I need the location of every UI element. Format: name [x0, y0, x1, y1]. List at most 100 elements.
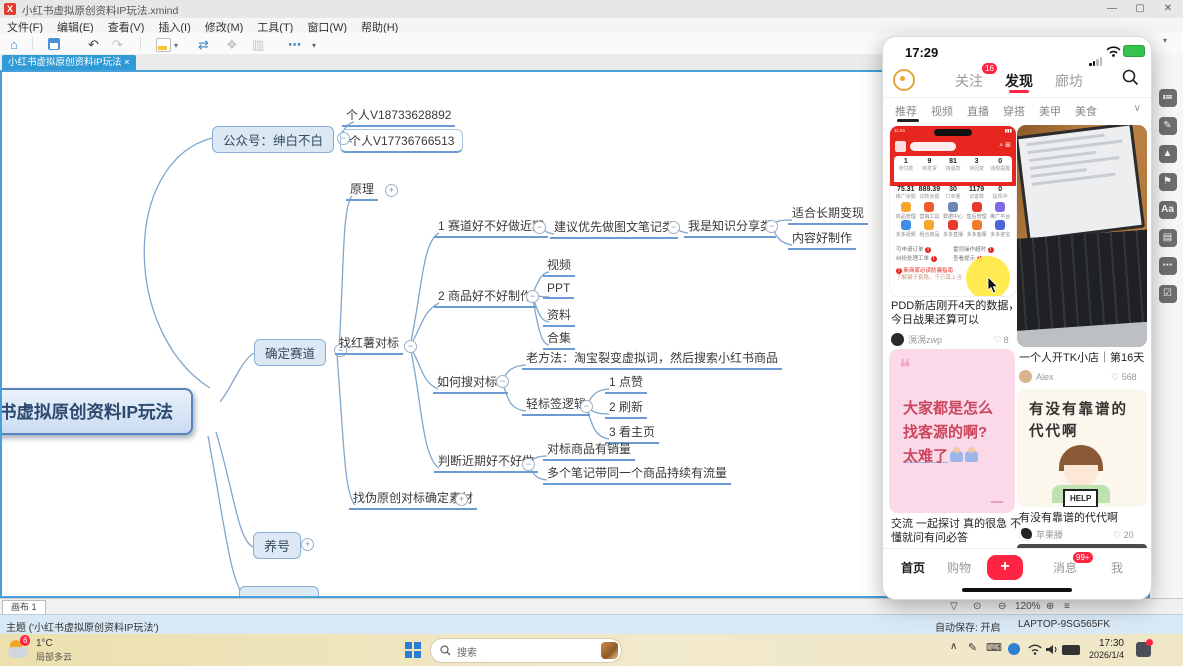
zoom-out-icon[interactable]: ⊖ [998, 601, 1006, 612]
tab-city[interactable]: 廊坊 [1055, 71, 1083, 91]
tab-close-icon[interactable]: × [124, 57, 130, 68]
post-button[interactable]: + [987, 555, 1023, 580]
pdd-app-icon[interactable]: 多多直播 [941, 220, 965, 238]
pdd-app-icon[interactable]: 数据中心 [941, 202, 965, 220]
topic-zhishifenxiang[interactable]: 我是知识分享类 [684, 217, 776, 238]
maximize-button[interactable]: ▢ [1126, 0, 1154, 18]
feed-card-tk-image[interactable] [1017, 125, 1147, 347]
feed-card-pink-image[interactable]: ❝ 大家都是怎么 找客源的啊? 太难了 [889, 349, 1015, 513]
tray-ime-icon[interactable]: ⌨ [986, 641, 1002, 654]
sidebar-icon[interactable]: ⚑ [1159, 173, 1177, 191]
theme-caret-icon[interactable]: ▾ [174, 41, 178, 50]
pdd-app-icon[interactable]: 多多视频 [894, 220, 918, 238]
like-count[interactable]: ♡ 568 [1111, 372, 1137, 383]
weather-temp[interactable]: 1°C [36, 638, 53, 649]
pdd-app-icon[interactable]: 商品管理 [894, 202, 918, 220]
topic-zhaohongshu[interactable]: 找红薯对标 [335, 334, 403, 355]
sidebar-icon[interactable]: ✎ [1159, 117, 1177, 135]
pdd-app-icon[interactable]: 售后管理 [965, 202, 989, 220]
phone-mirror-overlay[interactable]: 17:29 关注 16 发现 廊坊 推荐视频直播穿搭美甲美食 ∨ [882, 36, 1152, 600]
collapse-icon[interactable] [667, 221, 680, 234]
pdd-app-icon[interactable]: 组合商品 [918, 220, 942, 238]
tab-discover[interactable]: 发现 [1005, 71, 1033, 91]
topic-jianyi[interactable]: 建议优先做图文笔记类 [550, 218, 678, 239]
tray-time[interactable]: 17:30 [1086, 638, 1124, 649]
collapse-icon[interactable] [522, 458, 535, 471]
filter-icon[interactable]: ▽ [950, 601, 958, 612]
sidebar-icon[interactable]: Aa [1159, 201, 1177, 219]
export-icon[interactable]: ▥ [252, 37, 264, 53]
notification-icon[interactable] [1136, 642, 1151, 657]
pdd-app-icon[interactable]: 推广平台 [988, 202, 1012, 220]
category-tab[interactable]: 直播 [967, 103, 989, 119]
category-tab[interactable]: 美甲 [1039, 103, 1061, 119]
theme-icon[interactable] [156, 38, 171, 52]
minimize-button[interactable]: — [1098, 0, 1126, 18]
weather-icon[interactable]: 6 [8, 638, 32, 662]
category-tab[interactable]: 穿搭 [1003, 103, 1025, 119]
feed-card-title[interactable]: PDD新店刚开4天的数据，今日战果还算可以 [891, 299, 1019, 327]
nav-me[interactable]: 我 [1111, 559, 1123, 576]
tray-app-icon[interactable] [1008, 643, 1020, 655]
category-expand-icon[interactable]: ∨ [1134, 103, 1141, 114]
redo-icon[interactable]: ↷ [112, 37, 123, 53]
home-icon[interactable]: ⌂ [10, 37, 18, 52]
topic-queding-saidao[interactable]: 确定赛道 [254, 339, 326, 366]
document-tab[interactable]: 小红书虚拟原创资料IP玩法 × [2, 55, 136, 70]
taskbar-search-box[interactable]: 搜索 [430, 638, 622, 663]
feed-card-title[interactable]: 交流 一起探讨 真的很急 不懂就问有问必答 [891, 517, 1021, 545]
undo-icon[interactable]: ↶ [88, 37, 99, 53]
topic-shuaxin[interactable]: 2 刷新 [605, 398, 647, 419]
nav-shop[interactable]: 购物 [947, 559, 971, 576]
topic-yuanli[interactable]: 原理 [346, 180, 378, 201]
topic-root[interactable]: 小红书虚拟原创资料IP玩法 [0, 388, 193, 435]
share-icon[interactable]: ❖ [226, 37, 238, 53]
like-count[interactable]: ♡ 8 [993, 335, 1009, 346]
feed-card-user[interactable]: 苹果滕 [1019, 528, 1063, 541]
topic-shangpin-zhizuo[interactable]: 2 商品好不好制作 [434, 287, 536, 308]
category-tab[interactable]: 美食 [1075, 103, 1097, 119]
nav-messages[interactable]: 消息 [1053, 559, 1077, 576]
collapse-icon[interactable] [580, 400, 593, 413]
feed-card-user[interactable]: 滉滉zwp [891, 333, 942, 346]
phone-search-icon[interactable] [1122, 69, 1139, 86]
save-icon[interactable] [48, 38, 60, 50]
tab-follow[interactable]: 关注 [955, 71, 983, 91]
topic-yanghao[interactable]: 养号 [253, 532, 301, 559]
topic-laofangfa[interactable]: 老方法：淘宝裂变虚拟词，然后搜索小红书商品 [522, 349, 782, 370]
tray-expand-icon[interactable]: ∧ [950, 641, 957, 652]
collapse-icon[interactable] [404, 340, 417, 353]
tray-pen-icon[interactable]: ✎ [968, 641, 977, 654]
topic-neironghao[interactable]: 内容好制作 [788, 229, 856, 250]
topic-personal-v1[interactable]: 个人V18733628892 [342, 106, 455, 127]
start-button[interactable] [405, 642, 421, 658]
feed-card-user[interactable]: Alex [1019, 370, 1054, 383]
category-tab[interactable]: 视频 [931, 103, 953, 119]
topic-dianzan[interactable]: 1 点赞 [605, 373, 647, 394]
more-caret-icon[interactable]: ▾ [312, 41, 316, 50]
sheet-tab[interactable]: 画布 1 [2, 600, 46, 615]
fit-view-icon[interactable]: ≡ [1064, 601, 1070, 612]
expand-icon[interactable] [455, 493, 468, 506]
topic-shipin[interactable]: 视频 [543, 256, 575, 277]
search-highlight-thumbnail[interactable] [601, 642, 618, 659]
expand-icon[interactable] [385, 184, 398, 197]
volume-icon[interactable] [1046, 644, 1058, 655]
tray-date[interactable]: 2026/1/4 [1078, 650, 1124, 660]
feed-card-pdd-image[interactable]: 11:24 ▮▮▮ ⌕ ⊞ 1 待付款 9 待发货 81 待退款 3 待回复 0… [889, 125, 1017, 297]
wifi-icon[interactable] [1028, 644, 1042, 655]
collapse-icon[interactable] [526, 290, 539, 303]
more-icon[interactable]: ⋯ [288, 37, 301, 53]
collapse-icon[interactable] [765, 220, 778, 233]
topic-ppt[interactable]: PPT [543, 281, 574, 299]
xhs-live-icon[interactable] [893, 69, 915, 91]
topic-duoge-biji[interactable]: 多个笔记带同一个商品持续有流量 [543, 464, 731, 485]
topic-duibiao-xiaoliang[interactable]: 对标商品有销量 [543, 440, 635, 461]
panel-collapse-icon[interactable]: ▾ [1163, 36, 1167, 45]
topic-clipped-bottom[interactable] [239, 586, 319, 598]
sidebar-icon[interactable]: ▤ [1159, 229, 1177, 247]
pdd-app-icon[interactable]: 多多进宝 [988, 220, 1012, 238]
sidebar-icon[interactable]: ☑ [1159, 285, 1177, 303]
pdd-app-icon[interactable]: 多多客服 [965, 220, 989, 238]
sidebar-icon[interactable]: ⋯ [1159, 257, 1177, 275]
